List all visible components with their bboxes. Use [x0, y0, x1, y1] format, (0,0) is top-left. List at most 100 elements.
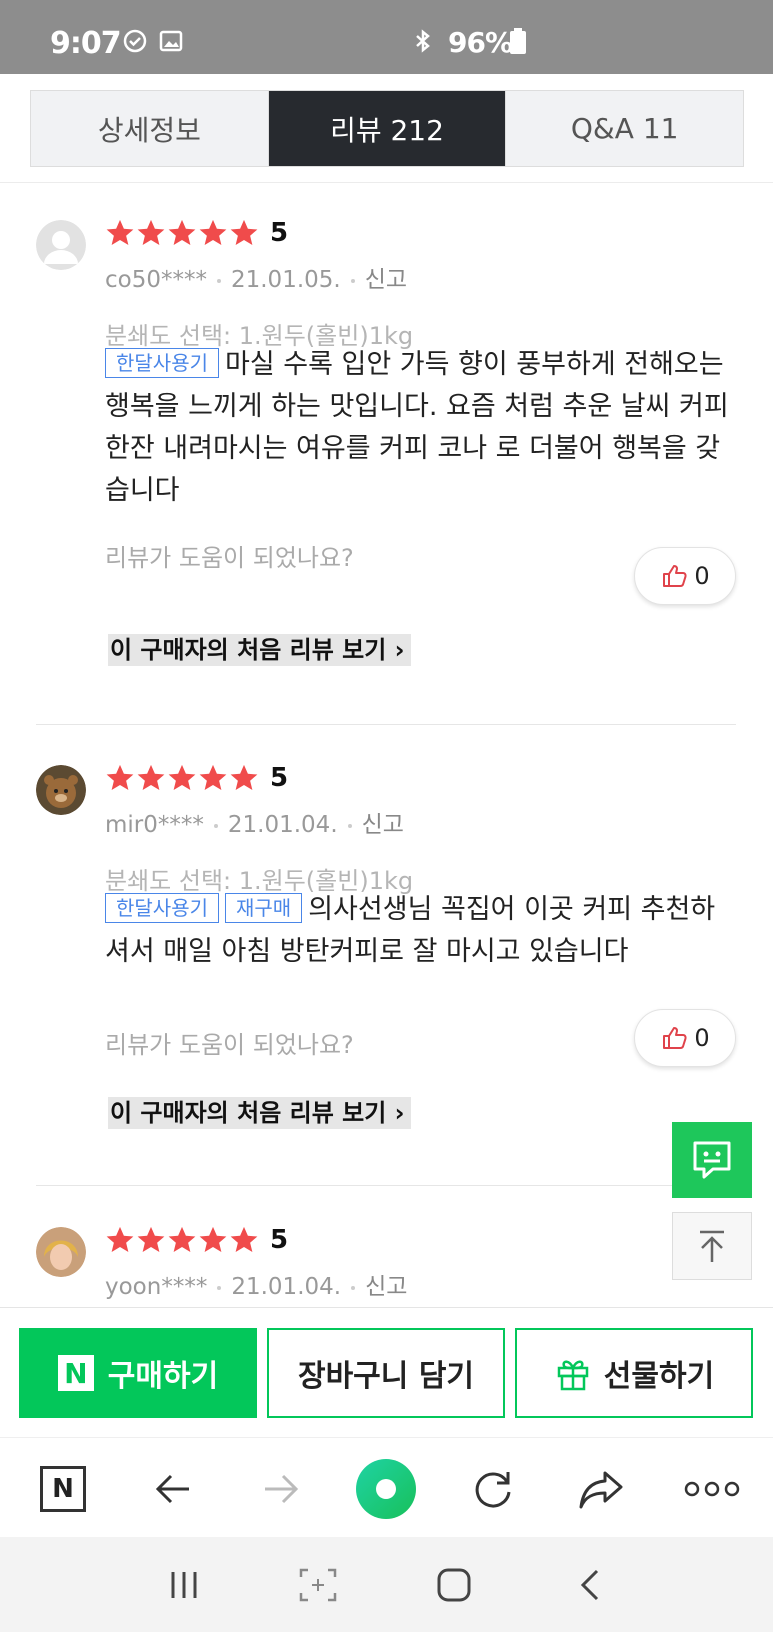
first-review-link[interactable]: 이 구매자의 처음 리뷰 보기 ›	[108, 1097, 411, 1129]
gallery-icon	[159, 30, 183, 52]
avatar[interactable]	[36, 765, 86, 815]
naver-n-icon: N	[40, 1466, 86, 1512]
review-divider	[36, 724, 736, 725]
review-score: 5	[270, 218, 289, 248]
screen-capture-button[interactable]	[296, 1565, 340, 1605]
profile-photo-avatar-icon	[36, 1227, 86, 1277]
tab-reviews[interactable]: 리뷰 212	[267, 91, 506, 166]
tab-detail-info[interactable]: 상세정보	[31, 91, 268, 166]
star-icon	[168, 219, 196, 245]
scroll-top-button[interactable]	[672, 1212, 752, 1280]
star-rating: 5	[105, 763, 288, 793]
gift-icon	[557, 1360, 589, 1391]
check-circle-icon	[123, 29, 147, 53]
back-button[interactable]	[146, 1462, 200, 1516]
report-link[interactable]: 신고	[365, 1274, 407, 1300]
home-button[interactable]	[432, 1565, 476, 1605]
review-user: co50****	[105, 267, 207, 293]
review-tag: 한달사용기	[105, 893, 219, 923]
report-link[interactable]: 신고	[365, 267, 407, 293]
cart-label: 장바구니 담기	[297, 1359, 475, 1394]
star-icon	[199, 219, 227, 245]
status-bar: 9:07 96%	[0, 0, 773, 74]
like-button[interactable]: 0	[634, 1009, 736, 1067]
first-review-link[interactable]: 이 구매자의 처음 리뷰 보기 ›	[108, 634, 411, 666]
recents-icon	[171, 1572, 197, 1598]
refresh-button[interactable]	[466, 1462, 520, 1516]
talk-talk-button[interactable]	[672, 1122, 752, 1198]
naver-home-button[interactable]: N	[36, 1462, 90, 1516]
review-body: 한달사용기 재구매 의사선생님 꼭집어 이곳 커피 추천하셔서 매일 아침 방탄커피…	[105, 889, 730, 973]
chevron-left-icon	[580, 1569, 599, 1601]
star-icon	[199, 764, 227, 790]
default-avatar-icon	[36, 220, 86, 270]
review-meta: co50**** 21.01.05. 신고	[105, 260, 407, 294]
star-icon	[199, 1226, 227, 1252]
browser-toolbar: N	[0, 1437, 773, 1537]
report-link[interactable]: 신고	[362, 812, 404, 838]
chat-bubble-icon	[693, 1141, 731, 1179]
review-date: 21.01.04.	[231, 1274, 342, 1300]
thumbs-up-icon	[663, 1027, 687, 1049]
gift-label: 선물하기	[603, 1359, 715, 1394]
share-arrow-icon	[579, 1471, 623, 1509]
star-icon	[168, 1226, 196, 1252]
star-icon	[137, 1226, 165, 1252]
battery-icon	[510, 28, 526, 54]
bear-avatar-icon	[36, 765, 86, 815]
tab-qna[interactable]: Q&A 11	[505, 91, 744, 166]
avatar[interactable]	[36, 220, 86, 270]
review-tag: 재구매	[225, 893, 303, 923]
green-dot-icon	[356, 1459, 416, 1519]
status-time: 9:07	[50, 26, 122, 61]
star-rating: 5	[105, 1225, 288, 1255]
review-meta: mir0**** 21.01.04. 신고	[105, 805, 404, 839]
like-button[interactable]: 0	[634, 547, 736, 605]
review-date: 21.01.05.	[230, 267, 341, 293]
add-to-cart-button[interactable]: 장바구니 담기	[267, 1328, 505, 1418]
star-rating: 5	[105, 218, 288, 248]
review-divider	[36, 1185, 736, 1186]
system-back-button[interactable]	[568, 1565, 612, 1605]
arrow-up-icon	[700, 1230, 724, 1262]
product-tabs: 상세정보 리뷰 212 Q&A 11	[30, 90, 744, 167]
helpful-question: 리뷰가 도움이 되었나요?	[105, 544, 354, 572]
avatar[interactable]	[36, 1227, 86, 1277]
green-dot-button[interactable]	[354, 1457, 418, 1521]
review-body: 한달사용기 마실 수록 입안 가득 향이 풍부하게 전해오는 행복을 느끼게 하는…	[105, 344, 730, 512]
review-user: yoon****	[105, 1274, 208, 1300]
review-date: 21.01.04.	[227, 812, 338, 838]
tabs-divider	[0, 182, 773, 183]
arrow-right-icon	[265, 1474, 299, 1504]
recent-apps-button[interactable]	[162, 1565, 206, 1605]
arrow-left-icon	[155, 1474, 189, 1504]
buy-label: 구매하기	[107, 1359, 219, 1394]
review-user: mir0****	[105, 812, 204, 838]
like-count: 0	[694, 1024, 710, 1052]
star-icon	[230, 219, 258, 245]
star-icon	[106, 764, 134, 790]
gift-button[interactable]: 선물하기	[515, 1328, 753, 1418]
more-menu-button[interactable]	[682, 1462, 742, 1516]
star-icon	[230, 1226, 258, 1252]
star-icon	[230, 764, 258, 790]
share-button[interactable]	[574, 1462, 628, 1516]
battery-percent: 96%	[448, 26, 513, 59]
more-dots-icon	[684, 1481, 740, 1497]
buy-button[interactable]: N 구매하기	[19, 1328, 257, 1418]
home-square-icon	[437, 1568, 471, 1602]
star-icon	[168, 764, 196, 790]
review-score: 5	[270, 1225, 289, 1255]
capture-icon	[299, 1568, 337, 1602]
review-tag: 한달사용기	[105, 348, 219, 378]
review-meta: yoon**** 21.01.04. 신고	[105, 1267, 407, 1301]
review-score: 5	[270, 763, 289, 793]
forward-button[interactable]	[254, 1462, 308, 1516]
naver-pay-icon: N	[57, 1355, 94, 1391]
star-icon	[106, 219, 134, 245]
purchase-bar: N 구매하기 장바구니 담기 선물하기	[0, 1307, 773, 1437]
star-icon	[137, 219, 165, 245]
helpful-question: 리뷰가 도움이 되었나요?	[105, 1031, 354, 1059]
chevron-right-icon: ›	[386, 636, 405, 664]
bluetooth-icon	[416, 29, 430, 53]
